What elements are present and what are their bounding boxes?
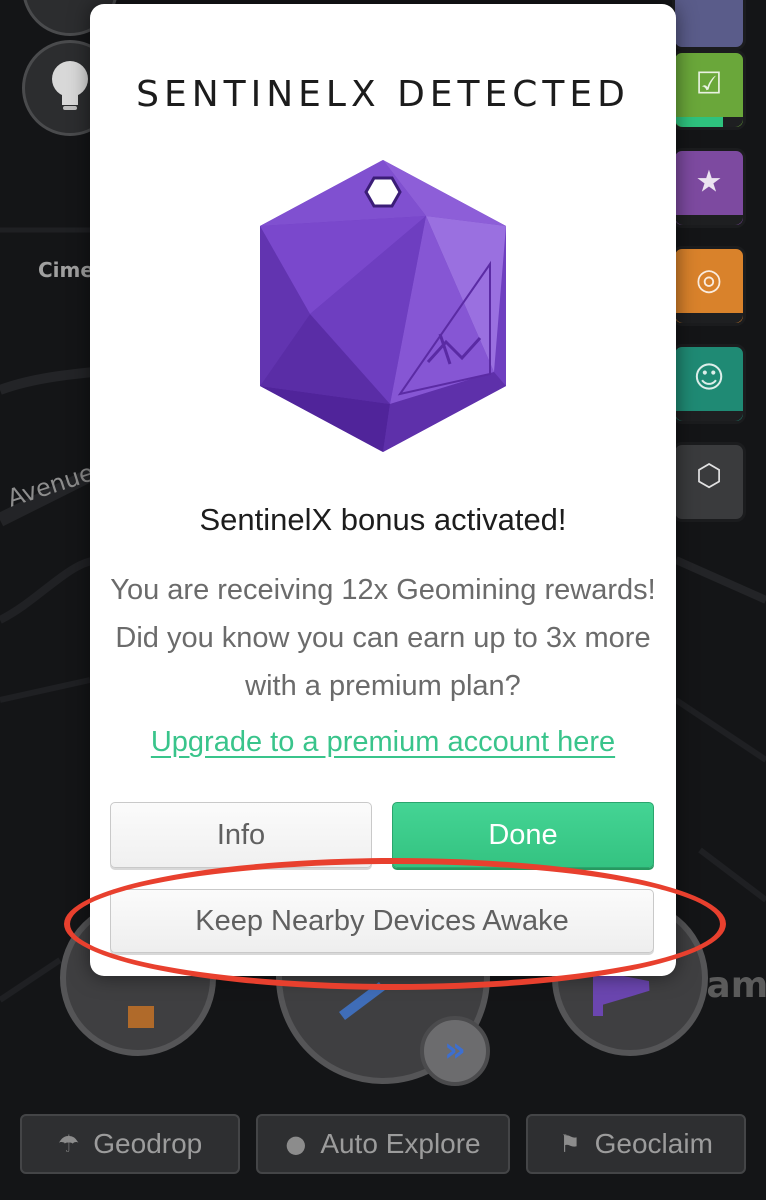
tile-progress — [675, 117, 743, 127]
flag-icon: ⚑ — [559, 1130, 581, 1158]
dialog-title: SENTINELX DETECTED — [136, 74, 630, 115]
geoclaim-label: Geoclaim — [594, 1128, 713, 1159]
robot-icon: ☺ — [693, 360, 725, 396]
tile-progress — [675, 215, 743, 225]
fast-forward-icon: » — [444, 1030, 466, 1070]
auto-explore-button[interactable]: ● Auto Explore — [256, 1114, 510, 1174]
clipboard-check-icon: ☑ — [695, 66, 723, 102]
tile-robot[interactable]: ☺ — [672, 344, 746, 424]
tile-progress — [675, 313, 743, 323]
sentinelx-dialog: SENTINELX DETECTED SentinelX bonus activ… — [90, 4, 676, 976]
geodrop-button[interactable]: ☂ Geodrop — [20, 1114, 240, 1174]
d20-icon: ⬡ — [695, 458, 723, 494]
dot-icon: ● — [285, 1130, 307, 1158]
tile-rewards[interactable]: ◎ — [672, 246, 746, 326]
sentinelx-device-image — [260, 160, 506, 452]
tile-tasks[interactable]: ☑ — [672, 50, 746, 130]
done-button[interactable]: Done — [392, 802, 654, 868]
dialog-body: You are receiving 12x Geomining rewards!… — [110, 574, 656, 702]
calendar-star-icon: ★ — [695, 164, 723, 200]
fast-forward-button[interactable]: » — [420, 1016, 490, 1086]
geoclaim-button[interactable]: ⚑ Geoclaim — [526, 1114, 746, 1174]
tile-progress — [675, 411, 743, 421]
geodrop-label: Geodrop — [93, 1128, 203, 1159]
dialog-heading: SentinelX bonus activated! — [199, 502, 567, 537]
keep-nearby-devices-awake-button[interactable]: Keep Nearby Devices Awake — [110, 889, 654, 953]
upgrade-link[interactable]: Upgrade to a premium account here — [90, 726, 676, 759]
tile-top[interactable] — [672, 0, 746, 50]
tile-d20[interactable]: ⬡ — [672, 442, 746, 522]
tile-events[interactable]: ★ — [672, 148, 746, 228]
parachute-icon: ☂ — [57, 1130, 80, 1158]
coins-icon: ◎ — [695, 262, 723, 298]
auto-explore-label: Auto Explore — [320, 1128, 481, 1159]
info-button[interactable]: Info — [110, 802, 372, 868]
